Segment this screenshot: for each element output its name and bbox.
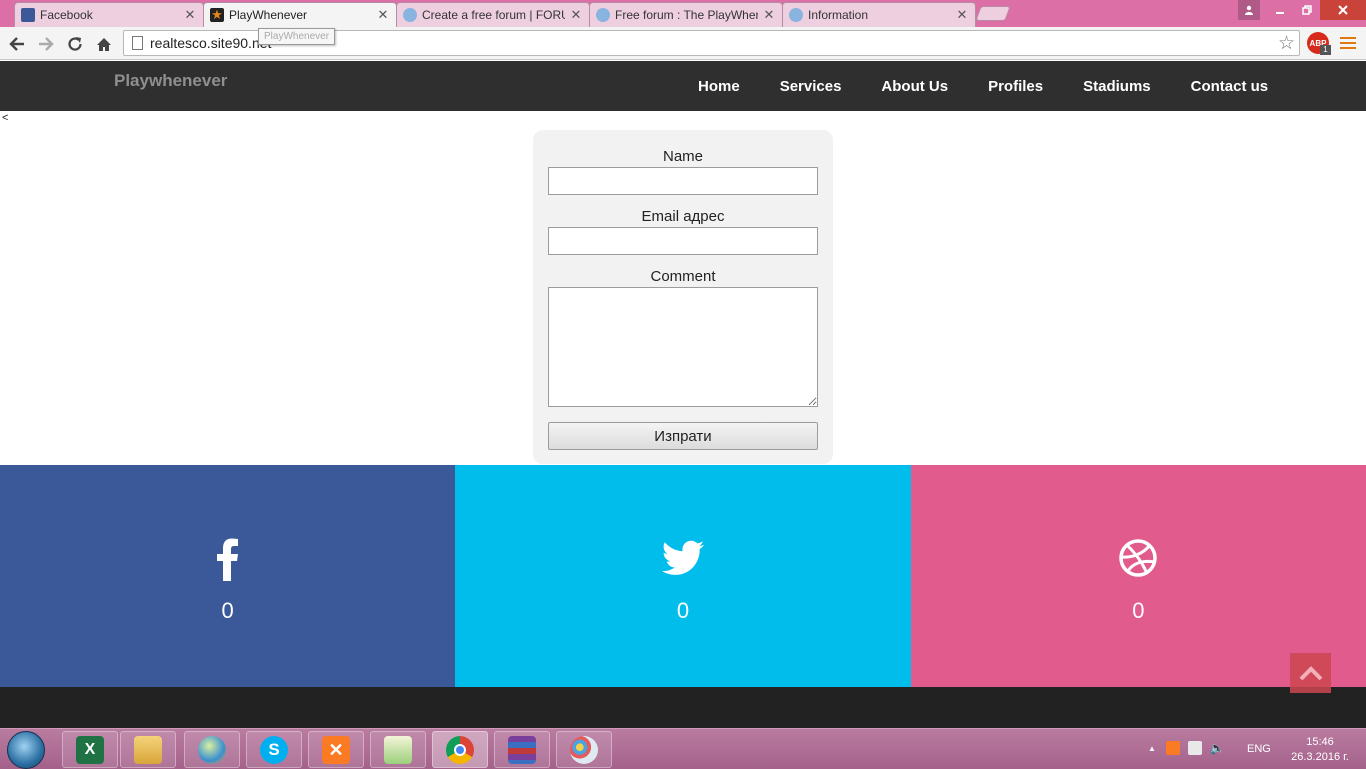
taskbar-notepad-plus-plus[interactable] bbox=[370, 731, 426, 768]
volume-icon[interactable]: 🔈 bbox=[1210, 741, 1225, 755]
forum-favicon-icon bbox=[789, 8, 803, 22]
email-field[interactable] bbox=[548, 227, 818, 255]
contact-form: Name Email адрес Comment Изпрати bbox=[533, 130, 833, 464]
folder-icon bbox=[134, 735, 162, 764]
notepad-plus-plus-icon bbox=[384, 735, 412, 764]
tab-title: Facebook bbox=[40, 8, 93, 22]
windows-taskbar: X S ✕ ▲ 🔈 ENG 15:46 26.3.2016 г. bbox=[0, 728, 1366, 769]
social-counters: 0 0 0 bbox=[0, 465, 1366, 687]
nav-links: Home Services About Us Profiles Stadiums… bbox=[698, 78, 1308, 95]
close-tab-icon[interactable]: ✕ bbox=[762, 7, 776, 23]
twitter-icon bbox=[661, 540, 705, 575]
start-button[interactable] bbox=[7, 731, 45, 769]
close-tab-icon[interactable]: ✕ bbox=[376, 7, 390, 23]
winrar-icon bbox=[508, 735, 536, 764]
dribbble-icon bbox=[1119, 539, 1158, 577]
tab-free-forum[interactable]: Free forum : The PlayWhenever ✕ bbox=[589, 2, 783, 27]
restore-icon[interactable] bbox=[1293, 0, 1320, 20]
tab-playwhenever[interactable]: ★ PlayWhenever ✕ bbox=[203, 2, 397, 27]
language-indicator[interactable]: ENG bbox=[1247, 743, 1271, 755]
minimize-icon[interactable] bbox=[1266, 0, 1293, 20]
name-field[interactable] bbox=[548, 167, 818, 195]
browser-menu-icon[interactable] bbox=[1340, 35, 1356, 51]
bookmark-star-icon[interactable]: ☆ bbox=[1278, 32, 1295, 55]
chevron-up-icon bbox=[1299, 666, 1322, 681]
excel-icon: X bbox=[76, 735, 104, 764]
facebook-panel[interactable]: 0 bbox=[0, 465, 456, 687]
taskbar-paint[interactable] bbox=[556, 731, 612, 768]
submit-button[interactable]: Изпрати bbox=[548, 422, 818, 450]
facebook-count: 0 bbox=[221, 598, 234, 623]
dribbble-count: 0 bbox=[1132, 598, 1145, 623]
flag-icon[interactable] bbox=[1187, 741, 1202, 755]
tab-title: Information bbox=[808, 8, 869, 22]
xampp-tray-icon[interactable] bbox=[1165, 741, 1180, 755]
nav-home[interactable]: Home bbox=[698, 78, 740, 95]
url-text[interactable]: realtesco.site90.net bbox=[150, 35, 271, 51]
taskbar-file-explorer[interactable] bbox=[120, 731, 176, 768]
nav-stadiums[interactable]: Stadiums bbox=[1083, 78, 1151, 95]
facebook-icon bbox=[216, 538, 238, 581]
window-controls bbox=[1238, 0, 1366, 20]
tab-title: Create a free forum | FORUMOTION bbox=[422, 8, 565, 22]
stray-character: < bbox=[2, 112, 9, 124]
forward-icon[interactable] bbox=[35, 33, 57, 55]
forum-favicon-icon bbox=[596, 8, 610, 22]
taskbar-skype[interactable]: S bbox=[246, 731, 302, 768]
close-tab-icon[interactable]: ✕ bbox=[183, 7, 197, 23]
close-window-icon[interactable] bbox=[1320, 0, 1366, 20]
name-label: Name bbox=[662, 148, 703, 165]
twitter-count: 0 bbox=[676, 598, 690, 623]
adblock-count-badge: 1 bbox=[1320, 45, 1331, 55]
nav-profiles[interactable]: Profiles bbox=[988, 78, 1043, 95]
browser-toolbar: realtesco.site90.net ☆ bbox=[0, 27, 1366, 60]
site-brand[interactable]: Playwhenever bbox=[114, 71, 227, 91]
new-tab-button[interactable] bbox=[975, 6, 1011, 21]
user-icon[interactable] bbox=[1238, 0, 1260, 20]
xampp-icon: ✕ bbox=[322, 735, 350, 764]
site-footer bbox=[0, 687, 1366, 728]
taskbar-chrome[interactable] bbox=[432, 731, 488, 768]
taskbar-excel[interactable]: X bbox=[62, 731, 118, 768]
email-label: Email адрес bbox=[641, 208, 725, 225]
scroll-to-top-button[interactable] bbox=[1290, 653, 1331, 693]
taskbar-winrar[interactable] bbox=[494, 731, 550, 768]
tab-tooltip: PlayWhenever bbox=[258, 28, 336, 45]
site-navbar: Playwhenever Home Services About Us Prof… bbox=[0, 61, 1366, 111]
system-clock[interactable]: 15:46 26.3.2016 г. bbox=[1284, 735, 1356, 765]
star-favicon-icon: ★ bbox=[210, 7, 224, 22]
close-tab-icon[interactable]: ✕ bbox=[955, 7, 969, 23]
facebook-favicon-icon bbox=[21, 8, 35, 22]
page-icon bbox=[132, 36, 143, 50]
nav-about-us[interactable]: About Us bbox=[881, 78, 948, 95]
taskbar-xampp[interactable]: ✕ bbox=[308, 731, 364, 768]
planet-app-icon bbox=[198, 735, 226, 764]
clock-time: 15:46 bbox=[1306, 736, 1334, 748]
skype-icon: S bbox=[260, 735, 288, 764]
tab-title: PlayWhenever bbox=[229, 8, 308, 22]
comment-field[interactable] bbox=[548, 287, 818, 407]
tab-create-free-forum[interactable]: Create a free forum | FORUMOTION ✕ bbox=[396, 2, 590, 27]
tab-title: Free forum : The PlayWhenever bbox=[615, 8, 758, 22]
close-tab-icon[interactable]: ✕ bbox=[569, 7, 583, 23]
home-icon[interactable] bbox=[93, 33, 115, 55]
paint-icon bbox=[570, 735, 598, 764]
nav-contact-us[interactable]: Contact us bbox=[1191, 78, 1269, 95]
tab-information[interactable]: Information ✕ bbox=[782, 2, 976, 27]
system-tray: ▲ 🔈 bbox=[1148, 741, 1232, 755]
nav-services[interactable]: Services bbox=[780, 78, 842, 95]
back-icon[interactable] bbox=[6, 33, 28, 55]
comment-label: Comment bbox=[650, 268, 716, 285]
tab-strip: Facebook ✕ ★ PlayWhenever ✕ Create a fre… bbox=[0, 0, 1366, 27]
tab-facebook[interactable]: Facebook ✕ bbox=[14, 2, 204, 27]
twitter-panel[interactable]: 0 bbox=[455, 465, 911, 687]
forum-favicon-icon bbox=[403, 8, 417, 22]
reload-icon[interactable] bbox=[64, 33, 86, 55]
clock-date: 26.3.2016 г. bbox=[1291, 751, 1349, 763]
show-hidden-icons-icon[interactable]: ▲ bbox=[1148, 744, 1156, 753]
taskbar-planet-app[interactable] bbox=[184, 731, 240, 768]
chrome-icon bbox=[446, 735, 474, 764]
